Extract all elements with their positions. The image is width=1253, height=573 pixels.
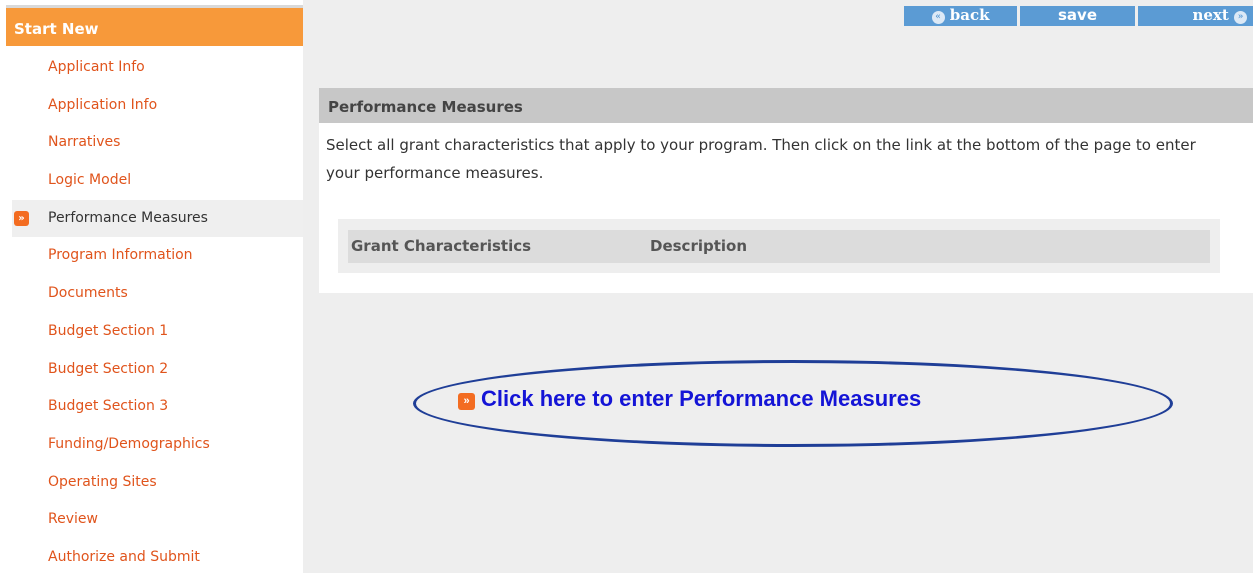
cta-label: Click here to enter Performance Measures <box>481 386 922 411</box>
sidebar-item-narratives[interactable]: Narratives <box>0 124 303 162</box>
column-header-grant-characteristics: Grant Characteristics <box>351 237 532 255</box>
arrow-right-circle-icon: » <box>1234 11 1247 24</box>
sidebar-item-label: Applicant Info <box>48 59 145 75</box>
toolbar: « back save next » <box>901 6 1253 26</box>
sidebar-item-label: Funding/Demographics <box>48 435 210 452</box>
sidebar-item-label: Budget Section 1 <box>48 322 169 339</box>
back-button[interactable]: « back <box>904 6 1017 26</box>
sidebar-item-label: Operating Sites <box>48 473 157 490</box>
sidebar-item-label: Narratives <box>48 134 121 151</box>
back-button-label: back <box>949 6 990 24</box>
performance-measures-panel: Performance Measures Select all grant ch… <box>319 88 1253 293</box>
sidebar-item-funding-demographics[interactable]: Funding/Demographics <box>0 426 303 464</box>
next-button[interactable]: next » <box>1138 6 1253 26</box>
table-header-row: Grant Characteristics Description <box>348 230 1210 263</box>
sidebar-item-label: Program Information <box>48 247 193 264</box>
arrow-left-circle-icon: « <box>931 11 945 24</box>
sidebar-item-review[interactable]: Review <box>0 501 303 539</box>
sidebar-item-label: Performance Measures <box>48 209 208 226</box>
sidebar-item-application-info[interactable]: Application Info <box>0 87 303 125</box>
sidebar-item-budget-section-3[interactable]: Budget Section 3 <box>0 388 303 426</box>
grant-characteristics-table: Grant Characteristics Description <box>338 219 1220 273</box>
save-button[interactable]: save <box>1020 6 1135 26</box>
enter-performance-measures-link[interactable]: » Click here to enter Performance Measure… <box>458 386 921 412</box>
next-button-label: next <box>1192 6 1229 24</box>
sidebar-item-documents[interactable]: Documents <box>0 275 303 313</box>
sidebar-item-label: Authorize and Submit <box>48 548 200 565</box>
save-button-label: save <box>1057 6 1097 24</box>
sidebar-item-budget-section-1[interactable]: Budget Section 1 <box>0 313 303 351</box>
sidebar-nav: Applicant Info Application Info Narrativ… <box>0 49 303 573</box>
sidebar-item-authorize-and-submit[interactable]: Authorize and Submit <box>0 539 303 573</box>
sidebar: Start New Applicant Info Application Inf… <box>0 0 303 573</box>
sidebar-item-label: Review <box>48 511 98 528</box>
sidebar-item-label: Budget Section 3 <box>48 398 169 415</box>
sidebar-item-label: Budget Section 2 <box>48 360 169 377</box>
sidebar-item-label: Application Info <box>48 96 158 113</box>
main-content: « back save next » Performance Measures … <box>303 0 1253 573</box>
sidebar-item-label: Logic Model <box>48 172 132 189</box>
arrow-right-icon: » <box>458 393 475 410</box>
panel-title: Performance Measures <box>319 88 1253 123</box>
column-header-description: Description <box>650 237 748 255</box>
arrow-right-icon: » <box>14 210 29 226</box>
sidebar-item-budget-section-2[interactable]: Budget Section 2 <box>0 351 303 389</box>
sidebar-item-logic-model[interactable]: Logic Model <box>0 162 303 200</box>
sidebar-item-applicant-info[interactable]: Applicant Info <box>0 49 303 87</box>
sidebar-item-performance-measures[interactable]: » Performance Measures <box>12 199 303 238</box>
panel-instructions: Select all grant characteristics that ap… <box>326 136 1196 182</box>
sidebar-item-operating-sites[interactable]: Operating Sites <box>0 464 303 502</box>
sidebar-header[interactable]: Start New <box>6 8 303 46</box>
sidebar-item-program-information[interactable]: Program Information <box>0 237 303 275</box>
sidebar-item-label: Documents <box>48 285 128 302</box>
